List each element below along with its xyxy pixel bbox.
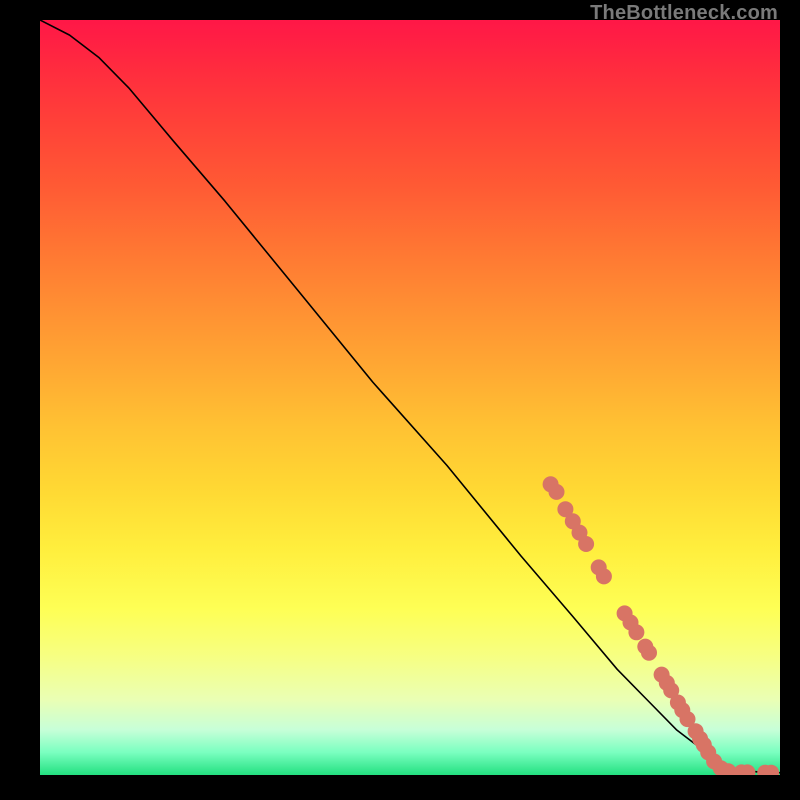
plot-area (40, 20, 780, 775)
chart-svg (40, 20, 780, 775)
watermark-text: TheBottleneck.com (590, 2, 778, 25)
curve-line (40, 20, 780, 773)
dots-group (543, 476, 780, 775)
data-point (578, 536, 594, 552)
chart-frame: TheBottleneck.com (0, 0, 800, 800)
data-point (641, 645, 657, 661)
data-point (628, 624, 644, 640)
data-point (596, 568, 612, 584)
data-point (549, 484, 565, 500)
